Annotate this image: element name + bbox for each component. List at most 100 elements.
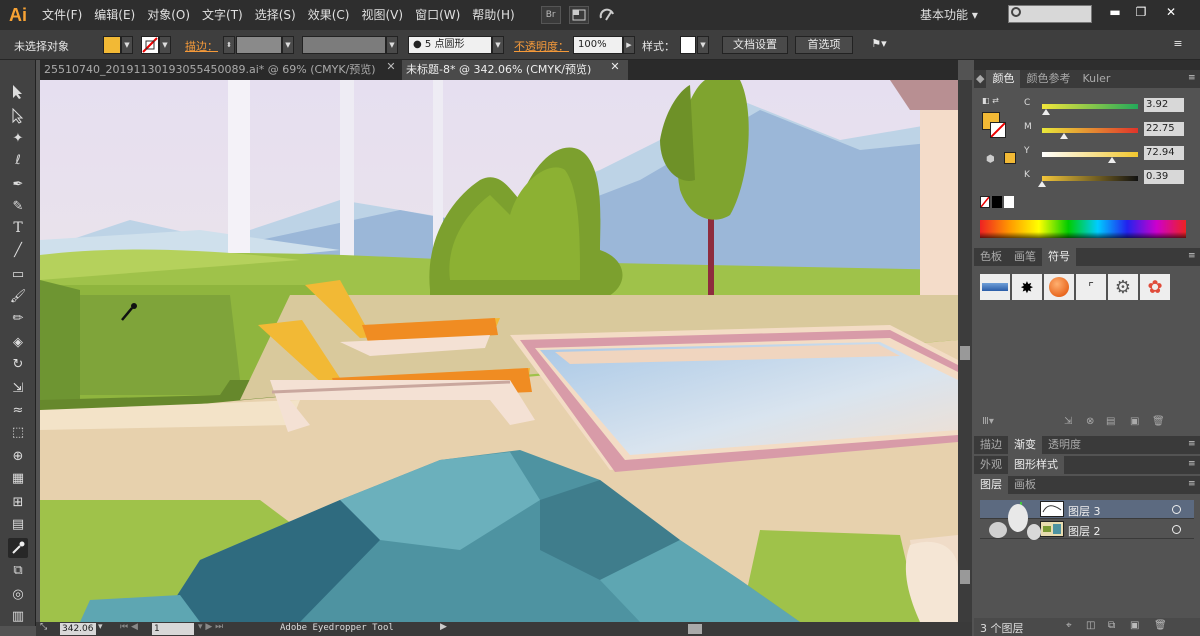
tab-kuler[interactable]: Kuler: [1076, 70, 1116, 88]
opacity-dropdown-icon[interactable]: ▶: [623, 36, 635, 54]
free-transform-tool-icon[interactable]: ⬚: [8, 422, 28, 442]
stroke-weight-stepper[interactable]: ⬍: [223, 36, 235, 54]
new-layer-icon[interactable]: ▣: [1130, 620, 1139, 631]
next-artboard-icon[interactable]: ▾ ▶ ⏭: [198, 622, 223, 632]
slider-value-input[interactable]: 72.94: [1144, 146, 1184, 160]
line-tool-icon[interactable]: ╱: [8, 240, 28, 260]
slider-value-input[interactable]: 3.92: [1144, 98, 1184, 112]
zoom-dropdown-icon[interactable]: ▾: [98, 622, 103, 632]
vertical-scroll-thumb-2[interactable]: [960, 570, 970, 584]
layer-name[interactable]: 图层 3: [1068, 503, 1101, 519]
eraser-tool-icon[interactable]: ◈: [8, 332, 28, 352]
document-setup-button[interactable]: 文档设置: [722, 36, 788, 54]
stroke-dropdown-icon[interactable]: ▼: [159, 36, 171, 54]
tab-close-icon[interactable]: ✕: [384, 60, 398, 80]
style-swatch[interactable]: [680, 36, 696, 54]
control-bar-menu-icon[interactable]: ≡: [1168, 36, 1188, 54]
locate-object-icon[interactable]: ⌖: [1066, 620, 1072, 631]
type-tool-icon[interactable]: T: [8, 218, 28, 238]
bridge-button[interactable]: Br: [540, 6, 561, 24]
rectangle-tool-icon[interactable]: ▭: [8, 264, 28, 284]
tab-color-guide[interactable]: 颜色参考: [1020, 70, 1076, 88]
fill-dropdown-icon[interactable]: ▼: [121, 36, 133, 54]
stroke-label[interactable]: 描边：: [185, 38, 218, 54]
horizontal-scroll-thumb[interactable]: [688, 624, 702, 634]
preferences-button[interactable]: 首选项: [795, 36, 853, 54]
scale-tool-icon[interactable]: ⇲: [8, 378, 28, 398]
selection-tool-icon[interactable]: [8, 82, 28, 102]
stroke-weight-input[interactable]: [236, 36, 282, 54]
restore-icon[interactable]: ❐: [1130, 4, 1152, 20]
symbol-ring[interactable]: ⚙: [1108, 274, 1138, 300]
panel-menu-icon[interactable]: ≡: [1188, 479, 1196, 489]
slider-knob[interactable]: [1041, 109, 1050, 115]
direct-selection-tool-icon[interactable]: [8, 106, 28, 126]
status-rotate-icon[interactable]: ⤡: [40, 622, 47, 632]
tab-document-2[interactable]: 未标题-8* @ 342.06% (CMYK/预览): [402, 60, 628, 80]
new-symbol-icon[interactable]: ▣: [1130, 416, 1139, 427]
new-sublayer-icon[interactable]: ⧉: [1108, 620, 1115, 631]
mesh-tool-icon[interactable]: ⊞: [8, 492, 28, 512]
gradient-tool-icon[interactable]: ▤: [8, 514, 28, 534]
stroke-swatch[interactable]: [141, 36, 159, 54]
tab-close-icon[interactable]: ✕: [608, 60, 622, 80]
pen-tool-icon[interactable]: ✒: [8, 174, 28, 194]
symbol-flower[interactable]: ✿: [1140, 274, 1170, 300]
arrange-documents-icon[interactable]: [568, 6, 589, 24]
menu-window[interactable]: 窗口(W): [409, 0, 466, 30]
menu-file[interactable]: 文件(F): [36, 0, 88, 30]
shape-builder-tool-icon[interactable]: ⊕: [8, 446, 28, 466]
eyedropper-tool-icon[interactable]: [8, 538, 28, 558]
paintbrush-tool-icon[interactable]: 🖌: [8, 286, 28, 306]
tab-graphic-styles[interactable]: 图形样式: [1008, 456, 1064, 474]
column-graph-tool-icon[interactable]: ▥: [8, 606, 28, 626]
slider-k[interactable]: K 0.39: [974, 170, 1200, 187]
slider-c[interactable]: C 3.92: [974, 98, 1200, 115]
opacity-label[interactable]: 不透明度：: [514, 38, 569, 54]
menu-view[interactable]: 视图(V): [355, 0, 409, 30]
opacity-input[interactable]: 100%: [573, 36, 623, 54]
tab-color[interactable]: 颜色: [986, 70, 1021, 88]
profile-dropdown-icon[interactable]: ▼: [386, 36, 398, 54]
minimize-icon[interactable]: ▬: [1104, 4, 1126, 20]
search-input[interactable]: [1008, 5, 1092, 23]
artboard-number-input[interactable]: 1: [152, 623, 194, 635]
rotate-tool-icon[interactable]: ↻: [8, 354, 28, 374]
slider-y[interactable]: Y 72.94: [974, 146, 1200, 163]
menu-object[interactable]: 对象(O): [141, 0, 196, 30]
tab-swatches[interactable]: 色板: [974, 248, 1008, 266]
menu-select[interactable]: 选择(S): [249, 0, 302, 30]
first-artboard-icon[interactable]: ⏮ ◀: [120, 622, 138, 632]
tab-document-1[interactable]: 25510740_20191130193055450089.ai* @ 69% …: [40, 60, 398, 80]
lasso-tool-icon[interactable]: ℓ: [8, 150, 28, 170]
slider-knob[interactable]: [1038, 181, 1047, 187]
slider-value-input[interactable]: 22.75: [1144, 122, 1184, 136]
symbol-library-icon[interactable]: Ⅲ▾: [982, 416, 994, 427]
menu-effect[interactable]: 效果(C): [302, 0, 356, 30]
brush-definition[interactable]: ● 5 点圆形: [408, 36, 492, 54]
style-dropdown-icon[interactable]: ▼: [697, 36, 709, 54]
warp-tool-icon[interactable]: ≈: [8, 400, 28, 420]
perspective-grid-tool-icon[interactable]: ▦: [8, 468, 28, 488]
layer-target-icon[interactable]: [1172, 505, 1181, 514]
layer-target-icon[interactable]: [1172, 525, 1181, 534]
isolation-mode-icon[interactable]: ⚑▾: [862, 36, 896, 54]
tab-gradient[interactable]: 渐变: [1008, 436, 1042, 454]
variable-width-profile[interactable]: [302, 36, 386, 54]
layer-name[interactable]: 图层 2: [1068, 523, 1101, 539]
tab-stroke[interactable]: 描边: [974, 436, 1008, 454]
clipping-mask-icon[interactable]: ◫: [1086, 620, 1095, 631]
slider-knob[interactable]: [1059, 133, 1068, 139]
slider-knob[interactable]: [1108, 157, 1117, 163]
slider-value-input[interactable]: 0.39: [1144, 170, 1184, 184]
tab-artboards[interactable]: 画板: [1008, 476, 1042, 494]
symbol-orange-orb[interactable]: [1044, 274, 1074, 300]
slider-track[interactable]: [1042, 176, 1138, 181]
symbol-blue-bar[interactable]: [980, 274, 1010, 300]
black-swatch[interactable]: [992, 196, 1002, 208]
panel-menu-icon[interactable]: ≡: [1188, 439, 1196, 449]
zoom-level-input[interactable]: 342.06: [60, 623, 96, 635]
menu-help[interactable]: 帮助(H): [466, 0, 520, 30]
symbol-options-icon[interactable]: ▤: [1106, 416, 1115, 427]
tab-appearance[interactable]: 外观: [974, 456, 1008, 474]
